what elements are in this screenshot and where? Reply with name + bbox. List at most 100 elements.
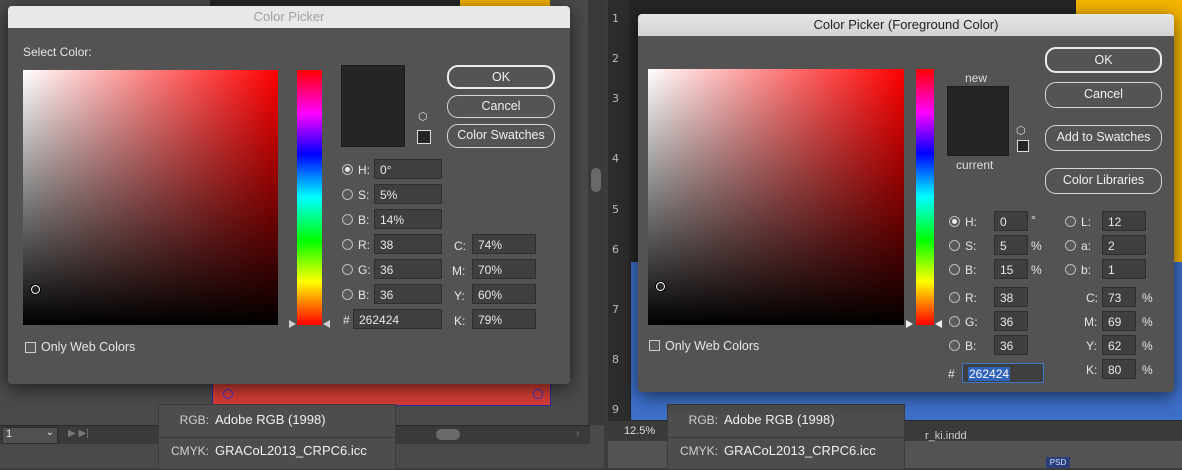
label-b: B: [358,213,370,227]
only-web-colors-label: Only Web Colors [665,339,760,353]
ruler-9: 9 [612,403,619,416]
label-lab-b: b: [1081,263,1092,277]
left-scrollbar-vertical[interactable] [588,0,604,425]
zoom-level[interactable]: 12.5% [624,425,655,437]
h-scroll-thumb[interactable] [436,429,460,440]
field-lab-b[interactable]: 1 [1102,259,1146,279]
radio-h[interactable] [342,164,353,175]
color-preview-swatch [341,65,405,147]
field-blue[interactable]: 36 [374,284,442,304]
field-h[interactable]: 0 [994,211,1028,231]
color-picker-dialog-left: Color Picker Select Color: ⬡ OK Cancel C… [8,6,570,384]
rgb-label: RGB: [688,413,718,427]
saturation-brightness-field[interactable] [23,70,278,325]
scroll-thumb[interactable] [591,168,601,192]
cancel-button[interactable]: Cancel [1045,82,1162,108]
field-k[interactable]: 80 [1102,359,1136,379]
hue-slider[interactable] [297,70,322,325]
label-y: Y: [1086,339,1097,353]
field-b[interactable]: 14% [374,209,442,229]
left-profile-panel: RGB: Adobe RGB (1998) CMYK: GRACoL2013_C… [158,404,396,470]
label-hex: # [948,367,955,381]
radio-l[interactable] [1065,216,1076,227]
radio-h[interactable] [949,216,960,227]
field-blue[interactable]: 36 [994,335,1028,355]
radio-blue[interactable] [342,289,353,300]
field-hex[interactable]: 262424 [353,309,442,329]
radio-g[interactable] [949,316,960,327]
color-cursor[interactable] [31,285,40,294]
only-web-colors-checkbox[interactable] [649,340,660,351]
add-to-swatches-button[interactable]: Add to Swatches [1045,125,1162,151]
field-h[interactable]: 0° [374,159,442,179]
web-safe-swatch[interactable] [1017,140,1029,152]
field-c[interactable]: 73 [1102,287,1136,307]
field-y[interactable]: 62 [1102,335,1136,355]
hue-slider-right-arrow[interactable] [323,320,330,328]
label-s: S: [358,188,370,202]
radio-b[interactable] [342,214,353,225]
hue-slider-left-arrow[interactable] [906,320,913,328]
unit-degree: ° [1031,213,1036,227]
ruler-8: 8 [612,353,619,366]
radio-blue[interactable] [949,340,960,351]
cube-icon[interactable]: ⬡ [1016,124,1026,137]
select-color-label: Select Color: [23,45,92,59]
next-page-icon[interactable]: ▶ ▶| [68,428,89,439]
scroll-right-icon[interactable]: › [576,428,579,439]
field-g[interactable]: 36 [374,259,442,279]
ruler-7: 7 [612,303,619,316]
color-libraries-button[interactable]: Color Libraries [1045,168,1162,194]
field-m[interactable]: 69 [1102,311,1136,331]
field-y[interactable]: 60% [472,284,536,304]
field-s[interactable]: 5 [994,235,1028,255]
field-m[interactable]: 70% [472,259,536,279]
unit-percent: % [1142,291,1153,305]
saturation-brightness-field[interactable] [648,69,904,325]
radio-s[interactable] [342,189,353,200]
field-l[interactable]: 12 [1102,211,1146,231]
field-r[interactable]: 38 [374,234,442,254]
color-picker-dialog-right: Color Picker (Foreground Color) new curr… [638,14,1174,392]
cube-icon[interactable]: ⬡ [418,110,428,123]
label-r: R: [965,291,977,305]
frame-handle-right[interactable] [533,389,543,399]
field-hex[interactable]: 262424 [962,363,1044,383]
radio-r[interactable] [949,292,960,303]
field-b[interactable]: 15 [994,259,1028,279]
frame-handle-left[interactable] [223,389,233,399]
radio-g[interactable] [342,264,353,275]
hue-slider-right-arrow[interactable] [935,320,942,328]
web-safe-swatch[interactable] [417,130,431,144]
radio-r[interactable] [342,239,353,250]
unit-percent: % [1142,339,1153,353]
ok-button[interactable]: OK [447,65,555,89]
field-a[interactable]: 2 [1102,235,1146,255]
selected-frame-red[interactable] [212,382,551,406]
field-g[interactable]: 36 [994,311,1028,331]
cmyk-profile: GRACoL2013_CRPC6.icc [724,443,876,458]
ruler-2: 2 [612,52,619,65]
ok-button[interactable]: OK [1045,47,1162,73]
only-web-colors-checkbox[interactable] [25,342,36,353]
ruler-5: 5 [612,203,619,216]
hue-slider[interactable] [916,69,934,325]
label-a: a: [1081,239,1092,253]
page-number-select[interactable]: 1 ⌄ [2,427,58,444]
rgb-label: RGB: [179,413,209,427]
color-cursor[interactable] [656,282,665,291]
label-m: M: [452,264,466,278]
radio-lab-b[interactable] [1065,264,1076,275]
label-c: C: [1086,291,1098,305]
hue-slider-left-arrow[interactable] [289,320,296,328]
field-s[interactable]: 5% [374,184,442,204]
radio-s[interactable] [949,240,960,251]
color-swatches-button[interactable]: Color Swatches [447,124,555,148]
cancel-button[interactable]: Cancel [447,95,555,118]
field-k[interactable]: 79% [472,309,536,329]
radio-a[interactable] [1065,240,1076,251]
field-r[interactable]: 38 [994,287,1028,307]
radio-b[interactable] [949,264,960,275]
field-c[interactable]: 74% [472,234,536,254]
unit-percent: % [1142,363,1153,377]
